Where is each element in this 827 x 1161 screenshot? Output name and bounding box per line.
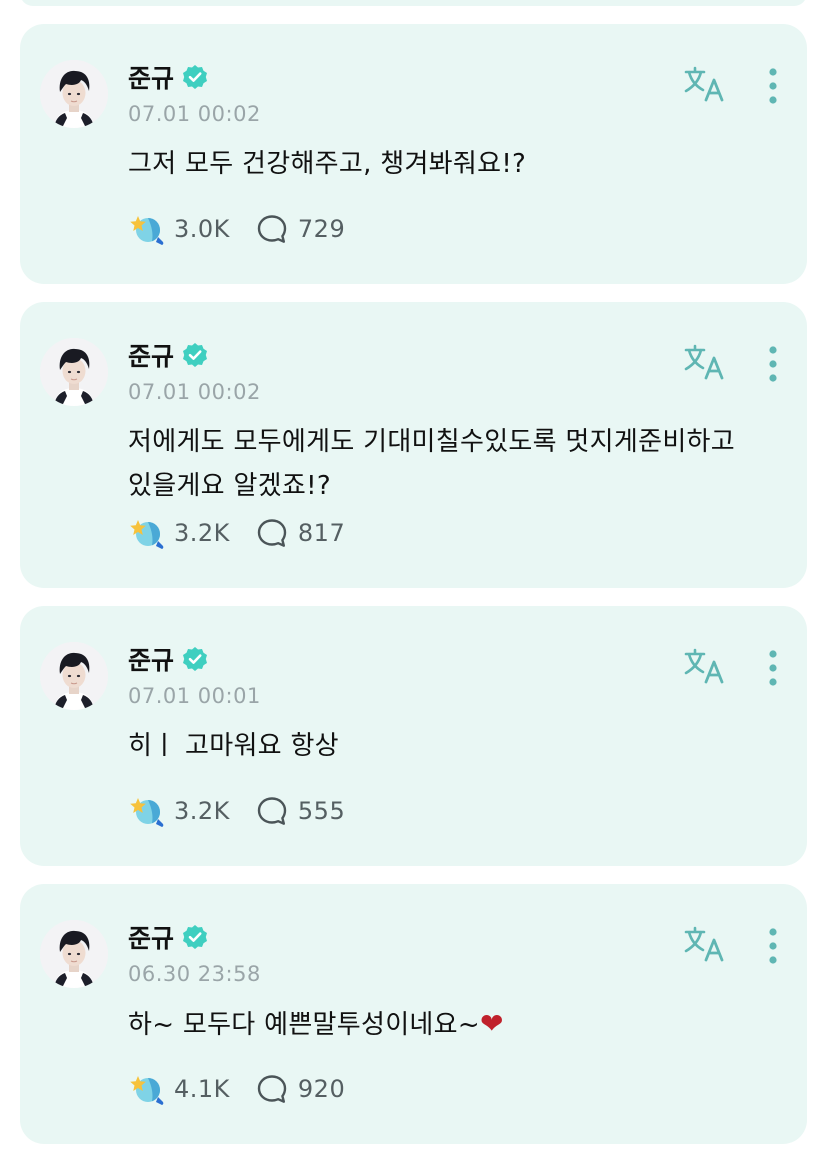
comment-bubble-icon[interactable] xyxy=(256,1073,288,1105)
post-card[interactable]: 준규 07.01 00:01 히ㅣ 고마워요 항상 3.2K 555 xyxy=(20,606,807,866)
comment-bubble-icon[interactable] xyxy=(256,795,288,827)
comment-count: 920 xyxy=(297,1075,346,1103)
post-card[interactable]: 준규 07.01 00:02 그저 모두 건강해주고, 챙겨봐줘요!? 3.0K… xyxy=(20,24,807,284)
author-name[interactable]: 준규 xyxy=(128,641,174,677)
author-row: 준규 xyxy=(128,642,208,676)
star-light-icon[interactable] xyxy=(128,793,164,829)
author-row: 준규 xyxy=(128,920,208,954)
post-stats: 3.2K 555 xyxy=(128,791,345,831)
post-time: 06.30 23:58 xyxy=(128,962,261,986)
post-stats: 4.1K 920 xyxy=(128,1069,345,1109)
post-stats: 3.0K 729 xyxy=(128,209,345,249)
post-text: 히ㅣ 고마워요 항상 xyxy=(128,731,339,761)
translate-icon[interactable] xyxy=(682,924,728,964)
verified-badge-icon xyxy=(182,342,208,368)
previous-post-card-edge xyxy=(20,0,807,6)
post-time: 07.01 00:02 xyxy=(128,102,261,126)
star-light-icon[interactable] xyxy=(128,211,164,247)
avatar[interactable] xyxy=(40,920,108,988)
comment-bubble-icon[interactable] xyxy=(256,517,288,549)
post-stats: 3.2K 817 xyxy=(128,513,345,553)
like-count: 3.0K xyxy=(174,215,230,243)
like-count: 3.2K xyxy=(174,797,230,825)
comment-count: 817 xyxy=(297,519,346,547)
star-light-icon[interactable] xyxy=(128,515,164,551)
like-count: 3.2K xyxy=(174,519,230,547)
post-time: 07.01 00:01 xyxy=(128,684,261,708)
verified-badge-icon xyxy=(182,646,208,672)
avatar[interactable] xyxy=(40,642,108,710)
translate-icon[interactable] xyxy=(682,342,728,382)
author-name[interactable]: 준규 xyxy=(128,337,174,373)
author-row: 준규 xyxy=(128,60,208,94)
post-text: 그저 모두 건강해주고, 챙겨봐줘요!? xyxy=(128,149,527,179)
translate-icon[interactable] xyxy=(682,646,728,686)
more-vertical-icon[interactable] xyxy=(760,926,786,966)
more-vertical-icon[interactable] xyxy=(760,344,786,384)
author-name[interactable]: 준규 xyxy=(128,59,174,95)
post-feed: 준규 07.01 00:02 그저 모두 건강해주고, 챙겨봐줘요!? 3.0K… xyxy=(0,0,827,1161)
post-card[interactable]: 준규 07.01 00:02 저에게도 모두에게도 기대미칠수있도록 멋지게준비… xyxy=(20,302,807,588)
author-name[interactable]: 준규 xyxy=(128,919,174,955)
star-light-icon[interactable] xyxy=(128,1071,164,1107)
post-time: 07.01 00:02 xyxy=(128,380,261,404)
post-text: 저에게도 모두에게도 기대미칠수있도록 멋지게준비하고 있을게요 알겠죠!? xyxy=(128,427,735,501)
translate-icon[interactable] xyxy=(682,64,728,104)
more-vertical-icon[interactable] xyxy=(760,648,786,688)
verified-badge-icon xyxy=(182,924,208,950)
more-vertical-icon[interactable] xyxy=(760,66,786,106)
avatar[interactable] xyxy=(40,60,108,128)
post-text: 하~ 모두다 예쁜말투성이네요~❤ xyxy=(128,1002,788,1047)
comment-bubble-icon[interactable] xyxy=(256,213,288,245)
post-text-body: 하~ 모두다 예쁜말투성이네요~ xyxy=(128,1010,480,1040)
comment-count: 555 xyxy=(297,797,346,825)
author-row: 준규 xyxy=(128,338,208,372)
avatar[interactable] xyxy=(40,338,108,406)
verified-badge-icon xyxy=(182,64,208,90)
comment-count: 729 xyxy=(297,215,346,243)
heart-emoji: ❤ xyxy=(479,1007,504,1040)
like-count: 4.1K xyxy=(174,1075,230,1103)
post-card[interactable]: 준규 06.30 23:58 하~ 모두다 예쁜말투성이네요~❤ 4.1K 92… xyxy=(20,884,807,1144)
